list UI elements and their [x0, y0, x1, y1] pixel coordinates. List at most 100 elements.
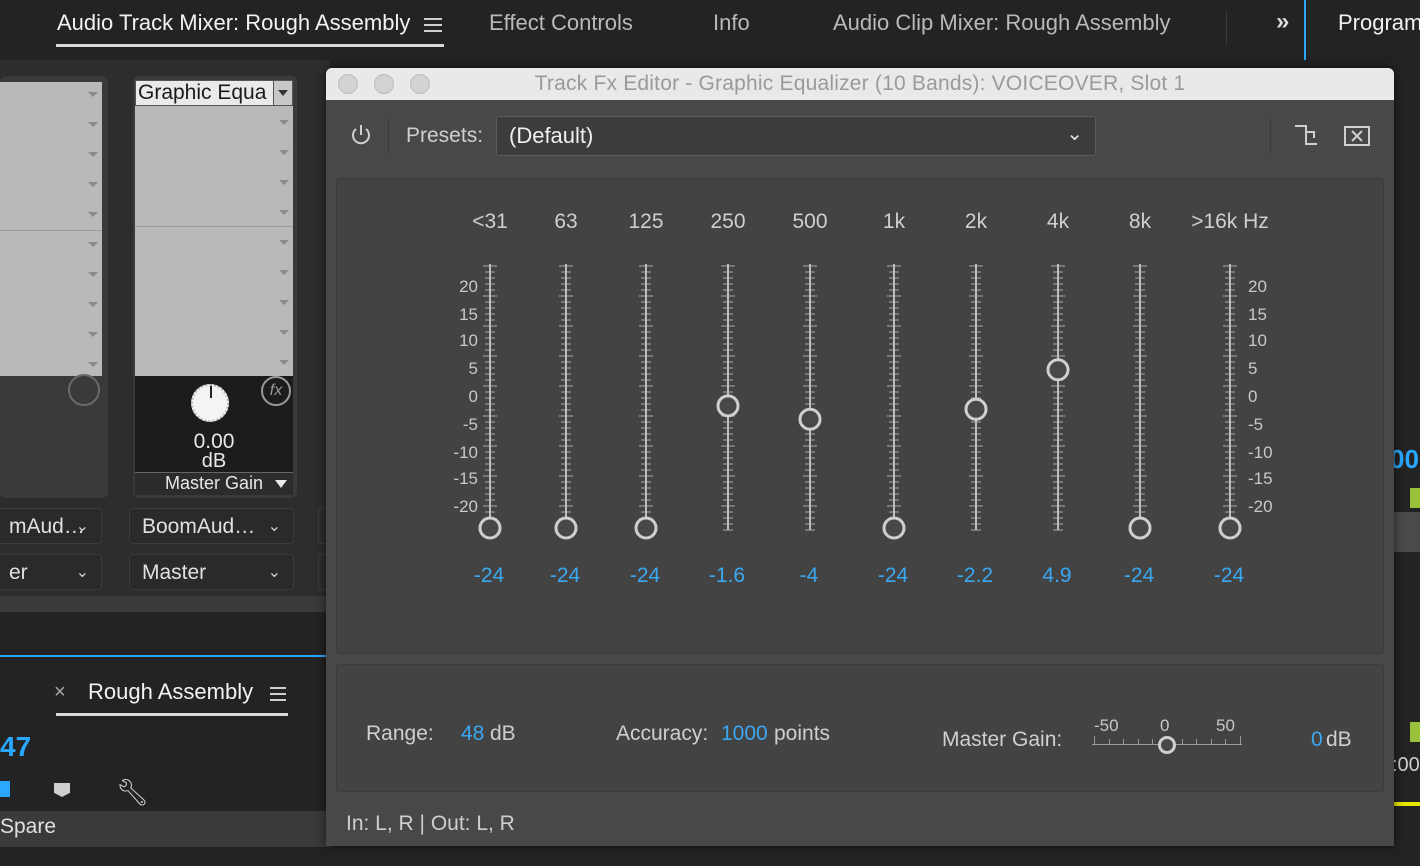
- effect-slot-1[interactable]: Graphic Equa: [135, 80, 293, 106]
- effects-slots[interactable]: Graphic Equa: [135, 80, 293, 376]
- band-slider[interactable]: [551, 264, 581, 548]
- program-monitor-panel: 00 :00: [1390, 60, 1420, 864]
- band-slider[interactable]: [1215, 264, 1245, 548]
- band-frequency-label: 1k: [882, 210, 906, 233]
- panel-focus-divider: [1304, 0, 1306, 60]
- slider-thumb[interactable]: [1158, 736, 1176, 754]
- program-scrubber[interactable]: [1394, 512, 1420, 552]
- slot-dropdown-icon[interactable]: [273, 81, 292, 105]
- tab-info[interactable]: Info: [713, 10, 750, 36]
- program-timecode[interactable]: 00: [1390, 444, 1419, 475]
- gain-knob[interactable]: [191, 384, 229, 422]
- close-tab-icon[interactable]: ×: [54, 681, 66, 704]
- dropdown-value: BoomAud…: [142, 515, 256, 538]
- band-slider[interactable]: [631, 264, 661, 548]
- tab-divider: [1226, 10, 1227, 46]
- db-scale-label: 15: [1248, 305, 1267, 324]
- fx-bypass-icon[interactable]: fx: [261, 376, 291, 406]
- master-gain-unit: dB: [1326, 728, 1352, 751]
- active-tab-underline: [56, 713, 288, 716]
- dropdown-value: er: [9, 561, 28, 584]
- track-input-dropdown-2[interactable]: BoomAud… ⌄: [129, 508, 294, 544]
- db-scale-label: -5: [462, 415, 478, 434]
- track-output-dropdown-1[interactable]: er ⌄: [0, 554, 102, 590]
- band-slider[interactable]: [1125, 264, 1155, 548]
- in-point-marker: [1410, 488, 1420, 508]
- band-gain-value[interactable]: -24: [550, 564, 580, 588]
- band-gain-value[interactable]: -24: [474, 564, 504, 588]
- band-slider-thumb[interactable]: [1046, 358, 1070, 382]
- effect-parameter-dropdown[interactable]: Master Gain: [135, 472, 293, 495]
- band-slider-thumb[interactable]: [1218, 516, 1242, 540]
- accuracy-value[interactable]: 1000: [721, 722, 768, 746]
- range-value[interactable]: 48: [461, 722, 484, 746]
- overflow-chevrons-icon[interactable]: »: [1276, 8, 1289, 36]
- band-frequency-label: 8k: [1128, 210, 1152, 233]
- band-slider-thumb[interactable]: [964, 397, 988, 421]
- wrench-icon[interactable]: 🔧︎: [116, 777, 149, 808]
- db-scale-label: 0: [1248, 387, 1258, 406]
- panel-menu-icon[interactable]: [424, 16, 442, 32]
- db-scale-label: 15: [459, 305, 478, 324]
- panel-menu-icon[interactable]: [270, 687, 286, 701]
- band-gain-value[interactable]: -24: [878, 564, 908, 588]
- slider-tick: [1225, 739, 1227, 745]
- tab-rough-assembly[interactable]: Rough Assembly: [88, 679, 253, 705]
- band-slider-thumb[interactable]: [1128, 516, 1152, 540]
- slider-tick: [1181, 739, 1183, 745]
- mixer-horizontal-scrollbar[interactable]: [0, 596, 330, 612]
- band-gain-value[interactable]: -24: [630, 564, 660, 588]
- equalizer-bands: <31 -24 63 -24 125 -24 250 -1.6 500 -4 1k -24 2k -2.2…: [326, 68, 1394, 668]
- band-gain-value[interactable]: -24: [1124, 564, 1154, 588]
- in-point-marker: [1410, 722, 1420, 742]
- tab-audio-clip-mixer[interactable]: Audio Clip Mixer: Rough Assembly: [833, 10, 1170, 36]
- db-scale-label: -15: [1248, 469, 1273, 488]
- band-slider-thumb[interactable]: [634, 516, 658, 540]
- band-gain-value[interactable]: -4: [800, 564, 819, 588]
- band-slider[interactable]: [713, 264, 743, 548]
- effect-slot-label: Graphic Equa: [138, 81, 267, 104]
- db-scale-label: 10: [459, 331, 478, 350]
- dropdown-value: Master: [142, 561, 207, 584]
- mixer-strip-1: [0, 76, 108, 498]
- band-gain-value[interactable]: -2.2: [957, 564, 993, 588]
- band-frequency-label: 250: [710, 210, 746, 233]
- band-slider[interactable]: [1043, 264, 1073, 548]
- band-frequency-label: >16k Hz: [1191, 210, 1269, 233]
- fx-bypass-icon[interactable]: [68, 374, 100, 406]
- db-scale-label: -10: [453, 443, 478, 462]
- slider-tick-label: -50: [1094, 716, 1119, 735]
- marker-icon[interactable]: [54, 783, 70, 797]
- tab-program[interactable]: Program: [1338, 10, 1420, 36]
- accuracy-label: Accuracy:: [616, 722, 709, 745]
- band-slider[interactable]: [475, 264, 505, 548]
- band-slider[interactable]: [961, 264, 991, 548]
- db-scale-label: 20: [459, 277, 478, 296]
- tab-audio-track-mixer[interactable]: Audio Track Mixer: Rough Assembly: [57, 10, 410, 36]
- track-header-spare[interactable]: Spare: [0, 811, 330, 847]
- db-scale-label: 20: [1248, 277, 1267, 296]
- tab-effect-controls[interactable]: Effect Controls: [489, 10, 633, 36]
- snap-icon[interactable]: [0, 781, 10, 797]
- db-scale-label: -20: [1248, 497, 1273, 516]
- work-area-bar[interactable]: [1394, 802, 1420, 806]
- playhead-timecode[interactable]: 47: [0, 731, 31, 763]
- band-slider-thumb[interactable]: [716, 394, 740, 418]
- band-gain-value[interactable]: -1.6: [709, 564, 745, 588]
- master-gain-slider[interactable]: -50 0 50: [1090, 716, 1244, 756]
- band-slider[interactable]: [879, 264, 909, 548]
- track-output-dropdown-2[interactable]: Master ⌄: [129, 554, 294, 590]
- band-slider-thumb[interactable]: [478, 516, 502, 540]
- band-slider-thumb[interactable]: [882, 516, 906, 540]
- track-input-dropdown-1[interactable]: mAud… ⌄: [0, 508, 102, 544]
- band-slider-thumb[interactable]: [798, 407, 822, 431]
- band-gain-value[interactable]: -24: [1214, 564, 1244, 588]
- band-frequency-label: <31: [472, 210, 508, 233]
- band-slider-thumb[interactable]: [554, 516, 578, 540]
- master-gain-value[interactable]: 0: [1311, 728, 1323, 752]
- effects-slots[interactable]: [0, 82, 102, 376]
- band-gain-value[interactable]: 4.9: [1042, 564, 1071, 588]
- band-slider[interactable]: [795, 264, 825, 548]
- slider-tick: [1152, 739, 1154, 745]
- io-status: In: L, R | Out: L, R: [346, 812, 515, 835]
